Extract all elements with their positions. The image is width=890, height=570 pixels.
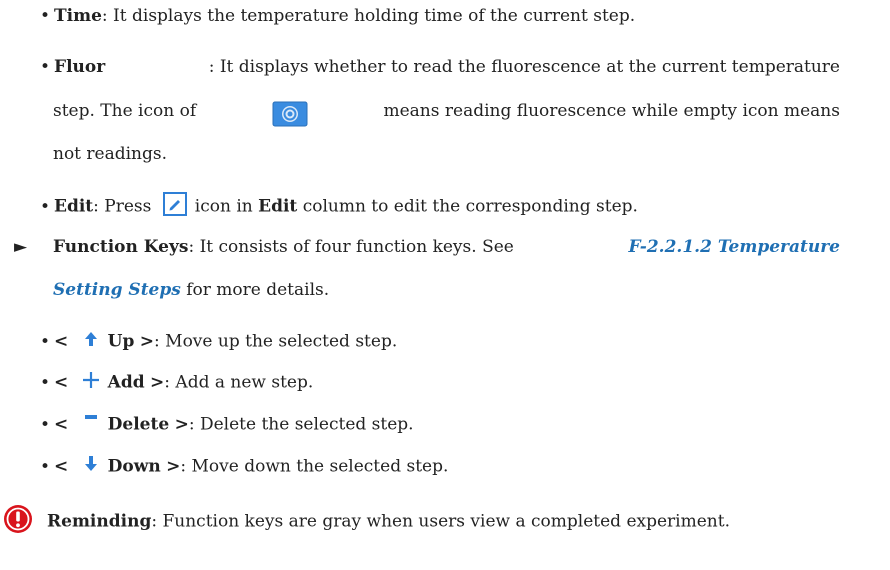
time-term: Time bbox=[54, 6, 102, 26]
function-keys-line1: Function Keys: It consists of four funct… bbox=[53, 236, 840, 258]
edit-item: • Edit: Press icon in Edit column to edit… bbox=[40, 192, 638, 222]
reference-link-cont[interactable]: Setting Steps bbox=[53, 280, 181, 300]
camera-icon bbox=[272, 100, 308, 134]
fluor-line3: not readings. bbox=[53, 144, 168, 164]
reminding-item: Reminding: Function keys are gray when u… bbox=[3, 504, 730, 540]
up-arrow-icon bbox=[74, 330, 108, 354]
bullet: • bbox=[40, 456, 51, 477]
fluor-line1: : It displays whether to read the fluore… bbox=[208, 57, 840, 77]
key-down-desc: : Move down the selected step. bbox=[180, 456, 449, 477]
plus-icon bbox=[74, 371, 108, 395]
time-item: • Time: It displays the temperature holdi… bbox=[40, 5, 635, 27]
bullet: • bbox=[40, 6, 51, 26]
edit-pencil-icon bbox=[162, 192, 187, 222]
edit-mid: icon in bbox=[194, 196, 253, 217]
reminding-term: Reminding bbox=[47, 511, 152, 532]
bullet: • bbox=[40, 57, 51, 77]
triangle-marker-icon: ► bbox=[14, 237, 28, 257]
function-keys-more: for more details. bbox=[180, 280, 330, 300]
warning-exclamation-icon bbox=[3, 504, 33, 540]
bullet: • bbox=[40, 414, 51, 435]
key-down-label: Down bbox=[107, 456, 161, 477]
bullet: • bbox=[40, 372, 51, 393]
fluor-term: Fluor bbox=[54, 57, 106, 77]
function-keys-line2: Setting Steps for more details. bbox=[53, 279, 329, 301]
time-desc: : It displays the temperature holding ti… bbox=[101, 6, 636, 26]
key-item-delete: • < Delete >: Delete the selected step. bbox=[40, 413, 414, 437]
minus-icon bbox=[74, 413, 108, 437]
edit-post: column to edit the corresponding step. bbox=[302, 196, 638, 217]
fluor-item-line2: step. The icon of means reading fluoresc… bbox=[53, 100, 840, 134]
key-up-desc: : Move up the selected step. bbox=[154, 331, 398, 352]
bullet: • bbox=[40, 196, 51, 217]
edit-pre: : Press bbox=[93, 196, 152, 217]
reminding-desc: : Function keys are gray when users view… bbox=[151, 511, 730, 532]
key-item-down: • < Down >: Move down the selected step. bbox=[40, 455, 448, 479]
key-item-add: • < Add >: Add a new step. bbox=[40, 371, 313, 395]
key-add-desc: : Add a new step. bbox=[164, 372, 314, 393]
key-item-up: • < Up >: Move up the selected step. bbox=[40, 330, 397, 354]
edit-term: Edit bbox=[54, 196, 94, 217]
key-add-label: Add bbox=[107, 372, 145, 393]
function-keys-text: : It consists of four function keys. See bbox=[188, 237, 514, 257]
edit-term2: Edit bbox=[258, 196, 298, 217]
fluor-item-line1: • Fluor : It displays whether to read the … bbox=[40, 56, 840, 78]
key-up-label: Up bbox=[107, 331, 135, 352]
bullet: • bbox=[40, 331, 51, 352]
function-keys-term: Function Keys bbox=[53, 237, 189, 257]
fluor-item-line3: not readings. bbox=[53, 143, 167, 165]
key-delete-desc: : Delete the selected step. bbox=[188, 414, 414, 435]
function-keys-marker: ► bbox=[14, 236, 27, 258]
key-delete-label: Delete bbox=[107, 414, 170, 435]
fluor-line2a: step. The icon of bbox=[53, 101, 197, 121]
reference-link[interactable]: F-2.2.1.2 Temperature bbox=[628, 236, 840, 258]
fluor-line2b: means reading fluorescence while empty i… bbox=[383, 101, 840, 121]
down-arrow-icon bbox=[74, 455, 108, 479]
